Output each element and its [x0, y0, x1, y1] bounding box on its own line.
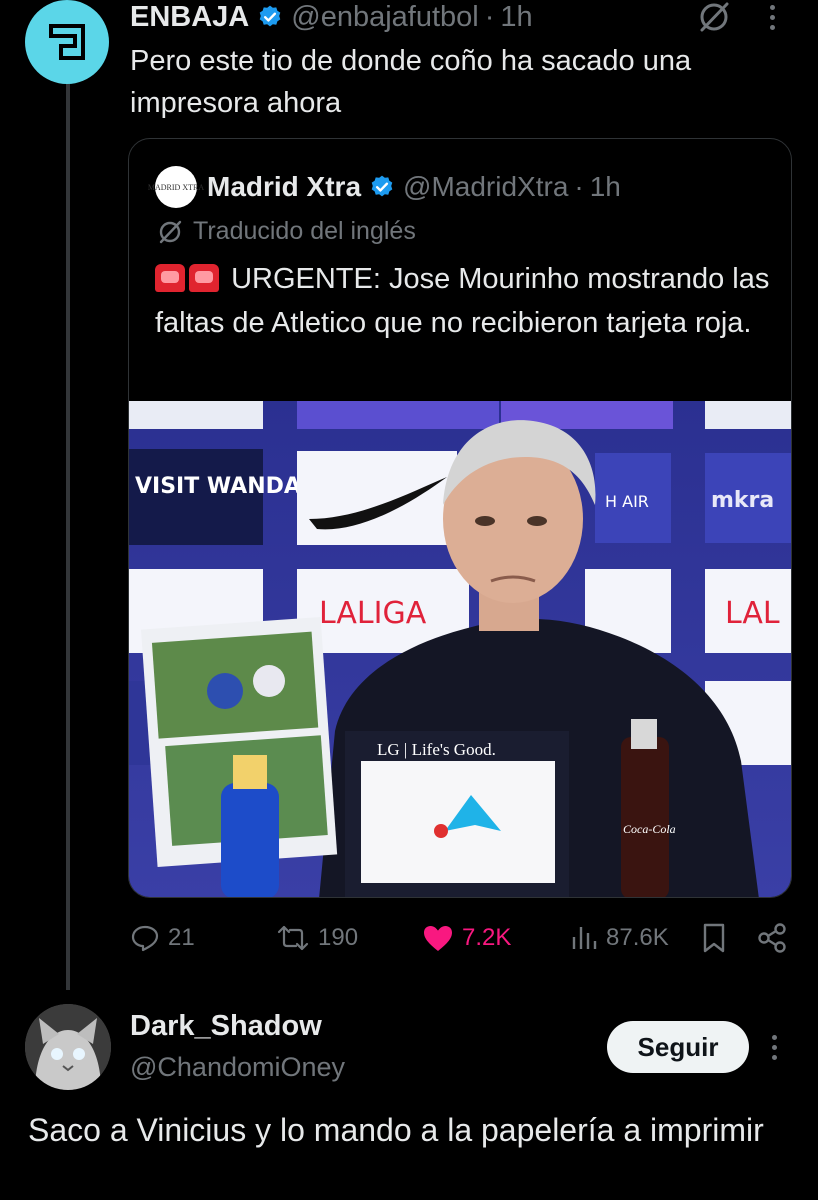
quoted-tweet-card[interactable]: MADRID XTRA Madrid Xtra @MadridXtra · 1h… — [128, 138, 792, 898]
coke-label: Coca-Cola — [623, 822, 676, 836]
views-action[interactable]: 87.6K — [570, 918, 669, 958]
monitor-brand: LG | Life's Good. — [377, 740, 496, 759]
like-action[interactable]: 7.2K — [422, 918, 511, 958]
madrid-xtra-avatar[interactable]: MADRID XTRA — [148, 166, 204, 208]
separator-dot: · — [574, 171, 584, 202]
follow-button[interactable]: Seguir — [607, 1021, 749, 1073]
quote-author-handle[interactable]: @MadridXtra — [403, 171, 568, 203]
siren-emoji-icon — [155, 264, 185, 292]
views-chart-icon — [572, 927, 597, 949]
verified-badge-icon — [259, 5, 281, 27]
author-name[interactable]: ENBAJA — [130, 1, 249, 34]
quote-author-name[interactable]: Madrid Xtra — [207, 171, 361, 203]
tweet-header: ENBAJA @enbajafutbol · 1h — [130, 0, 533, 34]
view-count: 87.6K — [606, 924, 669, 951]
verified-badge-icon — [371, 175, 393, 197]
share-icon[interactable] — [756, 922, 788, 954]
quote-text-body: URGENTE: Jose Mourinho mostrando las fal… — [155, 263, 770, 339]
bookmark-icon[interactable] — [700, 922, 728, 954]
reply-author-name[interactable]: Dark_Shadow — [130, 1010, 322, 1043]
quote-header: MADRID XTRA Madrid Xtra @MadridXtra · 1h — [148, 166, 621, 208]
like-count: 7.2K — [462, 924, 512, 951]
tweet-actions-bar: 21 190 7.2K 87.6K — [130, 918, 790, 958]
tweet-text: Pero este tio de donde coño ha sacado un… — [130, 45, 692, 119]
dark-shadow-avatar[interactable] — [25, 1004, 111, 1090]
cat-avatar-image — [25, 1004, 111, 1090]
repost-icon — [277, 925, 309, 951]
reply-action[interactable]: 21 — [130, 918, 195, 958]
reply-author-handle[interactable]: @ChandomiOney — [130, 1052, 345, 1083]
sponsor-laliga: LALIGA — [319, 596, 427, 631]
quote-text: URGENTE: Jose Mourinho mostrando las fal… — [155, 257, 775, 345]
tweet-time[interactable]: 1h — [500, 1, 532, 34]
quote-time[interactable]: 1h — [590, 171, 621, 203]
more-options-icon[interactable] — [766, 1030, 782, 1064]
author-handle[interactable]: @enbajafutbol — [291, 1, 478, 34]
press-conference-photo: VISIT WANDA H AIR mkra LALIGA LAL LG | L… — [129, 401, 791, 897]
reply-icon — [131, 925, 159, 952]
repost-action[interactable]: 190 — [276, 918, 358, 958]
sponsor-mkra: mkra — [711, 488, 774, 513]
sponsor-air: H AIR — [605, 492, 649, 511]
sponsor-laliga-2: LAL — [725, 596, 780, 631]
translated-text: Traducido del inglés — [193, 217, 416, 245]
reply-count: 21 — [168, 924, 195, 951]
heart-filled-icon — [424, 926, 452, 951]
reply-text: Saco a Vinicius y lo mando a la papelerí… — [28, 1112, 764, 1148]
enbaja-avatar[interactable] — [25, 0, 109, 84]
grok-icon[interactable] — [696, 0, 732, 34]
separator-dot: · — [484, 0, 495, 33]
sponsor-wanda: VISIT WANDA — [135, 474, 301, 499]
translate-grok-icon — [159, 220, 182, 243]
enbaja-logo-icon — [49, 24, 85, 60]
thread-connector-line — [66, 82, 70, 990]
translated-label[interactable]: Traducido del inglés — [157, 217, 416, 246]
repost-count: 190 — [318, 924, 359, 951]
siren-emoji-icon — [189, 264, 219, 292]
more-options-icon[interactable] — [762, 0, 782, 34]
quote-media-image[interactable]: VISIT WANDA H AIR mkra LALIGA LAL LG | L… — [129, 401, 791, 897]
